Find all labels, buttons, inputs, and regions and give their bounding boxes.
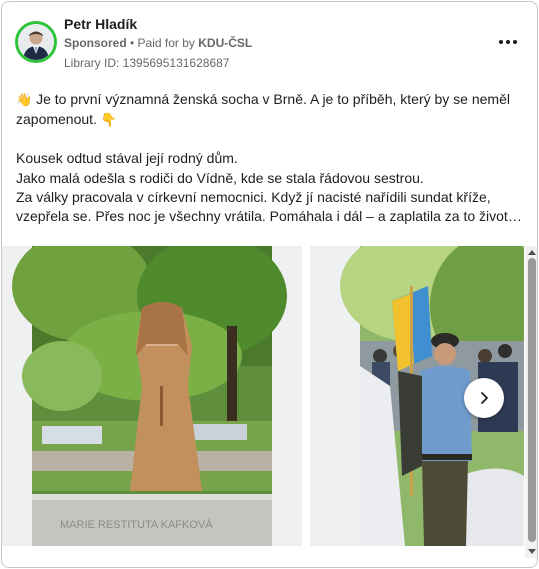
image-carousel[interactable]: MARIE RESTITUTA KAFKOVÁ [2, 246, 524, 546]
post-body: 👋 Je to první významná ženská socha v Br… [16, 90, 524, 226]
avatar[interactable] [15, 21, 57, 63]
statue-photo: MARIE RESTITUTA KAFKOVÁ [2, 246, 302, 546]
scroll-thumb[interactable] [528, 258, 536, 542]
more-options-icon[interactable] [496, 32, 520, 52]
library-id: Library ID: 1395695131628687 [64, 56, 230, 70]
body-line-2: zapomenout. 👇 [16, 111, 118, 129]
sponsored-meta: Sponsored • Paid for by KDU-ČSL [64, 36, 252, 50]
ad-card: Petr Hladík Sponsored • Paid for by KDU-… [1, 1, 538, 568]
vertical-scrollbar[interactable] [525, 246, 537, 558]
body-line-3: Kousek odtud stával její rodný dům. [16, 150, 238, 167]
paid-for-prefix: • Paid for by [126, 36, 199, 50]
body-line-1: 👋 Je to první významná ženská socha v Br… [16, 91, 510, 108]
carousel-slide-statue[interactable]: MARIE RESTITUTA KAFKOVÁ [2, 246, 302, 546]
scroll-up-icon[interactable] [528, 250, 536, 255]
pointing-down-icon: 👇 [100, 113, 118, 129]
payer-link[interactable]: KDU-ČSL [198, 36, 252, 50]
chevron-right-icon [481, 392, 488, 404]
body-line-4: Jako malá odešla s rodiči do Vídně, kde … [16, 169, 424, 186]
sponsored-label: Sponsored [64, 36, 127, 50]
body-line-5: Za války pracovala v církevní nemocnici.… [16, 188, 491, 205]
body-line-6[interactable]: vzepřela se. Přes noc je všechny vrátila… [16, 207, 524, 226]
waving-hand-icon: 👋 [16, 93, 33, 108]
author-name[interactable]: Petr Hladík [64, 16, 137, 32]
carousel-next-button[interactable] [464, 378, 504, 418]
scroll-down-icon[interactable] [528, 549, 536, 554]
statue-inscription: MARIE RESTITUTA KAFKOVÁ [60, 518, 213, 531]
profile-photo [18, 24, 54, 60]
